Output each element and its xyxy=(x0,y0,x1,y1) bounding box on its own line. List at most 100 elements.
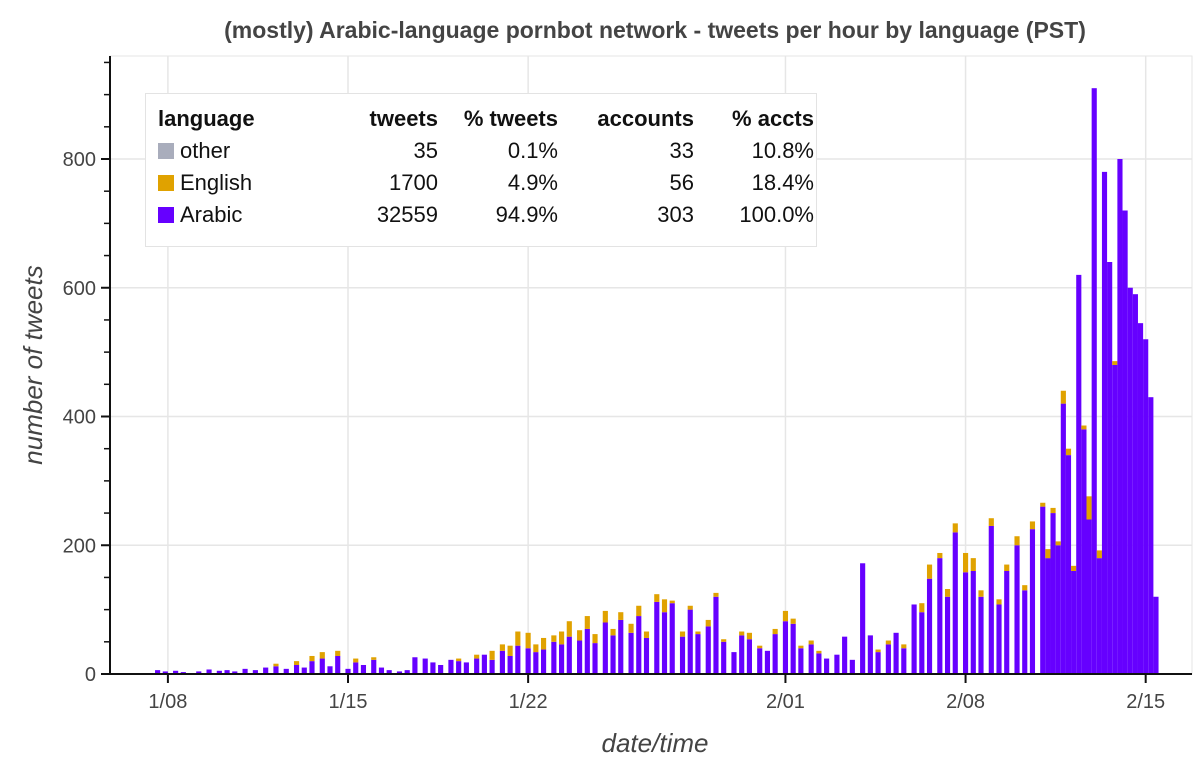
bar-arabic xyxy=(602,622,608,674)
bar-arabic xyxy=(559,644,565,674)
x-tick-label: 1/08 xyxy=(148,691,187,713)
y-tick-label: 0 xyxy=(85,664,96,686)
bar-english xyxy=(643,631,650,638)
bar-arabic xyxy=(661,612,668,674)
bar-arabic xyxy=(1004,571,1010,674)
bar-arabic xyxy=(893,632,899,674)
bar-english xyxy=(926,564,933,579)
bar-arabic xyxy=(705,626,711,674)
bar-arabic xyxy=(422,658,428,674)
bar-english xyxy=(636,605,642,617)
bar-arabic xyxy=(764,650,771,674)
bar-arabic xyxy=(739,635,745,674)
bar-arabic xyxy=(353,662,359,674)
legend-value: 32559 xyxy=(376,202,438,227)
legend-row-english: English 1700 4.9% 56 18.4% xyxy=(158,167,814,199)
bar-english xyxy=(705,619,711,627)
bar-english xyxy=(875,649,881,653)
bar-arabic xyxy=(860,563,866,674)
bar-arabic xyxy=(551,641,557,674)
bar-english xyxy=(654,594,660,602)
bar-english xyxy=(816,650,822,654)
x-ticks: 1/08 1/15 1/22 2/01 2/08 2/15 xyxy=(148,674,1165,713)
bar-english xyxy=(566,621,572,637)
bar-english xyxy=(978,590,984,597)
bar-english xyxy=(353,658,359,663)
bar-english xyxy=(319,652,325,659)
y-axis-label: number of tweets xyxy=(18,265,48,464)
bar-arabic xyxy=(842,636,848,674)
bar-arabic xyxy=(798,648,804,674)
bar-arabic xyxy=(438,664,444,674)
bar-english xyxy=(919,603,925,613)
bar-arabic xyxy=(1060,403,1066,674)
bar-english xyxy=(335,650,341,656)
bar-arabic xyxy=(834,654,840,674)
bar-arabic xyxy=(1137,323,1144,674)
bar-english xyxy=(713,592,719,597)
y-tick-label: 600 xyxy=(63,278,96,300)
legend-label-english: English xyxy=(180,170,253,195)
bar-arabic xyxy=(456,661,462,674)
bar-arabic xyxy=(463,662,469,674)
bar-arabic xyxy=(919,612,925,674)
bar-arabic xyxy=(944,596,951,674)
bar-english xyxy=(988,518,994,526)
bar-arabic xyxy=(962,572,969,674)
bar-english xyxy=(533,644,539,653)
bar-arabic xyxy=(952,532,958,674)
bar-english xyxy=(618,612,624,620)
legend-value: 100.0% xyxy=(739,202,814,227)
bar-arabic xyxy=(515,645,521,674)
bar-english xyxy=(1065,448,1072,456)
bar-english xyxy=(1029,521,1036,530)
bar-arabic xyxy=(790,623,796,674)
bar-arabic xyxy=(1107,262,1113,674)
bar-arabic xyxy=(481,654,487,674)
bar-english xyxy=(499,644,505,651)
bar-english xyxy=(551,635,557,642)
bar-arabic xyxy=(772,634,778,674)
legend-table: language tweets % tweets accounts % acct… xyxy=(158,102,814,231)
x-tick-label: 2/15 xyxy=(1126,691,1165,713)
bar-arabic xyxy=(808,644,814,674)
bar-arabic xyxy=(592,643,598,674)
bar-english xyxy=(628,623,634,633)
bar-arabic xyxy=(533,652,539,674)
legend-row-arabic: Arabic 32559 94.9% 303 100.0% xyxy=(158,199,814,231)
bar-english xyxy=(584,616,590,629)
bar-arabic xyxy=(293,664,300,674)
x-tick-label: 2/01 xyxy=(766,691,805,713)
bar-arabic xyxy=(1065,455,1072,674)
bar-english xyxy=(669,600,675,604)
legend-swatch-arabic xyxy=(158,207,174,223)
legend-header-pct-tweets: % tweets xyxy=(463,105,558,131)
bar-english xyxy=(515,631,521,646)
legend-header-row: language tweets % tweets accounts % acct… xyxy=(158,102,814,135)
legend-header-language: language xyxy=(158,105,255,131)
bar-english xyxy=(746,632,752,640)
x-tick-label: 2/08 xyxy=(946,691,985,713)
bar-arabic xyxy=(1101,171,1108,674)
bar-english xyxy=(1096,550,1102,559)
legend-value: 56 xyxy=(669,170,694,195)
y-tick-label: 800 xyxy=(63,149,96,171)
bar-arabic xyxy=(643,637,650,674)
bar-english xyxy=(944,589,951,597)
legend-value: 303 xyxy=(657,202,694,227)
bar-arabic xyxy=(371,659,377,674)
bar-arabic xyxy=(448,659,454,674)
legend-value: 10.8% xyxy=(751,138,814,163)
bar-arabic xyxy=(731,652,737,674)
bar-english xyxy=(489,650,495,660)
bar-english xyxy=(559,631,565,645)
bar-arabic xyxy=(1045,558,1051,674)
y-tick-label: 200 xyxy=(63,535,96,557)
bar-arabic xyxy=(584,628,590,674)
x-tick-label: 1/22 xyxy=(509,691,548,713)
bar-english xyxy=(1022,585,1028,591)
bar-arabic xyxy=(816,653,822,674)
bar-english xyxy=(1112,361,1118,365)
bar-english xyxy=(456,658,462,662)
bar-english xyxy=(885,640,891,645)
